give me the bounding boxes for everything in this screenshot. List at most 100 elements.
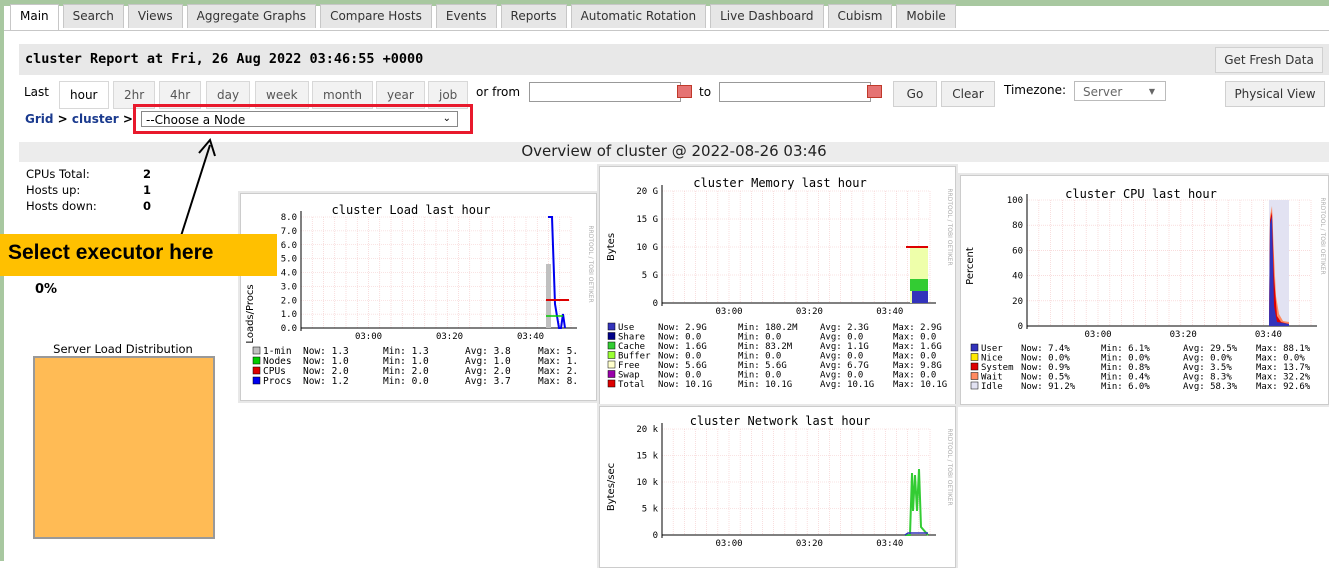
graph-title: cluster Load last hour: [332, 203, 491, 217]
legend-row: Total Now: 10.1G Min: 10.1G Avg: 10.1G Max: …: [607, 379, 947, 390]
tab-automatic-rotation[interactable]: Automatic Rotation: [570, 4, 707, 28]
legend-name: User: [981, 344, 1003, 354]
y-tick-label: 80: [1012, 221, 1023, 231]
use-area: [912, 291, 928, 303]
legend-max: Max: 2.9G: [893, 323, 942, 333]
legend-min: Min: 0.0%: [1101, 354, 1150, 364]
go-button[interactable]: Go: [893, 81, 937, 107]
physical-view-button[interactable]: Physical View: [1225, 81, 1325, 107]
legend-name: Buffer: [618, 352, 651, 362]
legend-row: User Now: 7.4% Min: 6.1% Avg: 29.5% Max: 88.…: [970, 343, 1311, 354]
legend-now: Now: 5.6G: [658, 361, 707, 371]
server-load-distribution-title: Server Load Distribution: [53, 342, 193, 356]
memory-graph-canvas: cluster Memory last hour Bytes RRDTOOL /…: [606, 176, 953, 390]
y-tick-label: 20: [1012, 297, 1023, 307]
legend-row: Wait Now: 0.5% Min: 0.4% Avg: 8.3% Max: 32.2…: [970, 372, 1311, 383]
legend-swatch: [252, 356, 261, 365]
legend-min: Min: 0.0: [738, 371, 781, 381]
legend-avg: Avg: 10.1G: [820, 380, 874, 390]
tab-compare-hosts[interactable]: Compare Hosts: [320, 4, 432, 28]
chevron-down-icon: ▼: [1148, 87, 1155, 96]
legend-avg: Avg: 2.3G: [820, 323, 869, 333]
to-date-input[interactable]: [719, 82, 871, 102]
legend-now: Now: 0.0%: [1021, 354, 1070, 364]
callout-text: Select executor here: [8, 241, 214, 264]
legend-row: System Now: 0.9% Min: 0.8% Avg: 3.5% Max: 13…: [970, 362, 1311, 373]
from-date-input[interactable]: [529, 82, 681, 102]
legend-avg: Avg: 0.0%: [1183, 354, 1232, 364]
watermark: RRDTOOL / TOBI OETIKER: [946, 188, 953, 265]
legend-name: Nice: [981, 354, 1003, 364]
timezone-select[interactable]: Server ▼: [1074, 81, 1166, 101]
watermark: RRDTOOL / TOBI OETIKER: [587, 225, 594, 302]
legend-max: Max: 9.8G: [893, 361, 942, 371]
legend-now: Now: 0.0: [658, 352, 701, 362]
x-tick-label: 03:20: [436, 332, 463, 342]
legend-swatch: [970, 372, 979, 380]
x-tick-label: 03:00: [355, 332, 382, 342]
legend-avg: Avg: 58.3%: [1183, 382, 1238, 392]
legend-max: Max: 0.0: [893, 333, 936, 343]
y-tick-label: 10 k: [636, 478, 658, 488]
graph-title: cluster Network last hour: [690, 414, 871, 428]
x-tick-label: 03:20: [796, 307, 823, 317]
legend-avg: Avg: 3.7: [465, 376, 511, 387]
load-grid: [300, 211, 577, 331]
legend-row: Nice Now: 0.0% Min: 0.0% Avg: 0.0% Max: 0.0%: [970, 353, 1305, 364]
legend-row: Free Now: 5.6G Min: 5.6G Avg: 6.7G Max: 9.8G: [607, 360, 942, 371]
legend-name: Share: [618, 333, 645, 343]
legend-avg: Avg: 6.7G: [820, 361, 869, 371]
y-tick-label: 100: [1007, 196, 1023, 206]
x-tick-label: 03:20: [796, 539, 823, 549]
legend-avg: Avg: 1.1G: [820, 342, 869, 352]
memory-graph[interactable]: cluster Memory last hour Bytes RRDTOOL /…: [599, 166, 956, 409]
legend-name: Use: [618, 323, 634, 333]
x-tick-label: 03:40: [1255, 330, 1282, 340]
x-tick-label: 03:40: [876, 539, 903, 549]
legend-max: Max: 92.6%: [1256, 382, 1311, 392]
watermark: RRDTOOL / TOBI OETIKER: [946, 428, 953, 505]
legend-now: Now: 7.4%: [1021, 344, 1070, 354]
y-axis-label: Bytes/sec: [606, 463, 617, 511]
legend-swatch: [970, 343, 979, 352]
get-fresh-data-button[interactable]: Get Fresh Data: [1215, 47, 1323, 73]
x-tick-label: 03:00: [1084, 330, 1111, 340]
from-calendar-icon[interactable]: [677, 85, 692, 98]
legend-swatch: [970, 353, 979, 361]
legend-max: Max: 88.1%: [1256, 344, 1311, 354]
legend-name: Total: [618, 380, 645, 390]
legend-max: Max: 0.0: [893, 352, 936, 362]
y-tick-label: 60: [1012, 246, 1023, 256]
y-tick-label: 20 G: [636, 187, 658, 197]
legend-now: Now: 0.9%: [1021, 363, 1070, 373]
cpu-graph[interactable]: cluster CPU last hour Percent RRDTOOL / …: [960, 175, 1329, 405]
y-tick-label: 5 k: [642, 505, 659, 515]
network-graph[interactable]: cluster Network last hour Bytes/sec RRDT…: [599, 406, 956, 568]
tab-live-dashboard[interactable]: Live Dashboard: [710, 4, 824, 28]
or-from-label: or from: [476, 85, 521, 99]
legend-avg: Avg: 0.0: [820, 333, 863, 343]
legend-name: Swap: [618, 371, 640, 381]
x-tick-label: 03:00: [715, 307, 742, 317]
y-tick-label: 0: [653, 531, 658, 541]
tab-mobile[interactable]: Mobile: [896, 4, 956, 28]
legend-min: Min: 0.0: [383, 376, 429, 387]
timezone-label: Timezone:: [1004, 83, 1067, 97]
legend-min: Min: 0.0: [738, 352, 781, 362]
legend-swatch: [970, 381, 979, 390]
tab-cubism[interactable]: Cubism: [827, 4, 893, 28]
y-tick-label: 5 G: [642, 271, 658, 281]
legend-swatch: [607, 379, 616, 388]
to-calendar-icon[interactable]: [867, 85, 882, 98]
legend-now: Now: 2.9G: [658, 323, 707, 333]
tab-reports[interactable]: Reports: [500, 4, 567, 28]
server-load-distribution-chart: [33, 356, 215, 539]
legend-now: Now: 1.2: [303, 376, 349, 387]
legend-min: Min: 6.0%: [1101, 382, 1150, 392]
legend-min: Min: 5.6G: [738, 361, 787, 371]
clear-button[interactable]: Clear: [941, 81, 995, 107]
tab-events[interactable]: Events: [435, 4, 497, 28]
legend-min: Min: 83.2M: [738, 342, 793, 352]
legend-max: Max: 0.0: [893, 371, 936, 381]
y-axis-label: Percent: [965, 247, 976, 285]
